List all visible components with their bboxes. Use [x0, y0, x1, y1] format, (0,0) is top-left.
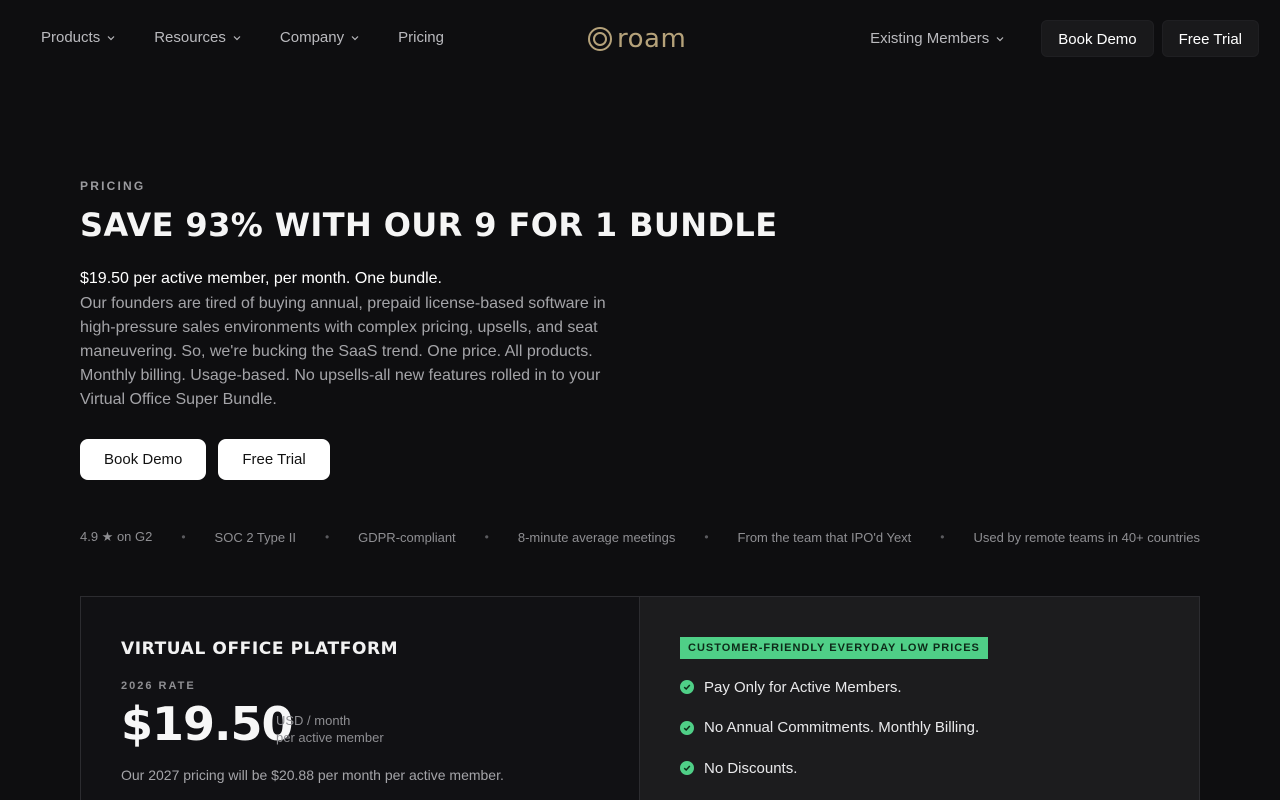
- benefit-text: No Annual Commitments. Monthly Billing.: [704, 719, 980, 736]
- list-item: Pay Only for Active Members.: [680, 675, 979, 699]
- check-circle-icon: [680, 680, 694, 694]
- benefit-text: No Discounts.: [704, 759, 798, 777]
- pricing-card: VIRTUAL OFFICE PLATFORM 2026 RATE $19.50…: [80, 596, 1200, 800]
- hero-lead: $19.50 per active member, per month. One…: [80, 270, 442, 287]
- separator-dot: •: [484, 530, 489, 544]
- chevron-down-icon: [233, 36, 241, 41]
- logo-text: roam: [617, 24, 687, 54]
- hero-free-trial-button[interactable]: Free Trial: [218, 439, 330, 480]
- list-item: No Discounts.: [680, 756, 979, 780]
- trust-item: Used by remote teams in 40+ countries: [973, 529, 1200, 545]
- existing-members-label: Existing Members: [870, 30, 990, 47]
- check-circle-icon: [680, 720, 694, 735]
- trust-item: From the team that IPO'd Yext: [737, 529, 912, 545]
- separator-dot: •: [704, 530, 709, 544]
- chevron-down-icon: [996, 36, 1004, 41]
- hero-headline: SAVE 93% WITH OUR 9 FOR 1 BUNDLE: [80, 206, 778, 244]
- top-nav: Products Resources Company Pricing roam …: [0, 0, 1280, 78]
- nav-pricing[interactable]: Pricing: [398, 28, 444, 48]
- roam-logo-icon: [588, 27, 612, 51]
- next-year-price-note: Our 2027 pricing will be $20.88 per mont…: [121, 767, 504, 783]
- nav-pricing-label: Pricing: [398, 29, 444, 46]
- nav-links: Products Resources Company Pricing: [41, 28, 482, 48]
- nav-products[interactable]: Products: [41, 28, 116, 48]
- chevron-down-icon: [107, 36, 115, 41]
- nav-resources[interactable]: Resources: [154, 28, 242, 48]
- nav-book-demo-button[interactable]: Book Demo: [1041, 20, 1154, 57]
- nav-resources-label: Resources: [154, 29, 226, 46]
- benefits-list: Pay Only for Active Members. No Annual C…: [680, 675, 979, 797]
- plan-price: $19.50: [121, 697, 294, 751]
- price-unit: USD / month per active member: [276, 712, 384, 746]
- price-unit-line1: USD / month: [276, 713, 351, 728]
- nav-company[interactable]: Company: [280, 28, 360, 48]
- nav-company-label: Company: [279, 29, 345, 46]
- nav-actions: Existing Members Book Demo Free Trial: [870, 20, 1259, 57]
- hero-description: Our founders are tired of buying annual,…: [80, 295, 606, 408]
- trust-item: SOC 2 Type II: [214, 529, 296, 545]
- roam-logo[interactable]: roam: [587, 25, 686, 53]
- trust-strip: 4.9 ★ on G2 • SOC 2 Type II • GDPR-compl…: [80, 529, 1200, 545]
- separator-dot: •: [324, 530, 330, 544]
- list-item: No Annual Commitments. Monthly Billing.: [680, 716, 979, 740]
- hero-book-demo-button[interactable]: Book Demo: [80, 439, 207, 480]
- benefits-badge: CUSTOMER-FRIENDLY EVERYDAY LOW PRICES: [680, 637, 988, 659]
- plan-panel: VIRTUAL OFFICE PLATFORM 2026 RATE $19.50…: [81, 597, 640, 800]
- plan-title: VIRTUAL OFFICE PLATFORM: [121, 639, 399, 659]
- benefits-panel: CUSTOMER-FRIENDLY EVERYDAY LOW PRICES Pa…: [640, 597, 1199, 800]
- check-circle-icon: [680, 761, 694, 775]
- trust-item: GDPR-compliant: [358, 529, 456, 545]
- price-unit-line2: per active member: [276, 730, 384, 745]
- nav-free-trial-button[interactable]: Free Trial: [1161, 20, 1259, 57]
- hero-eyebrow: PRICING: [80, 179, 146, 193]
- trust-item: 4.9 ★ on G2: [80, 529, 153, 544]
- separator-dot: •: [940, 530, 945, 544]
- rate-label: 2026 RATE: [121, 680, 196, 692]
- benefit-text: Pay Only for Active Members.: [704, 678, 902, 696]
- trust-item: 8-minute average meetings: [517, 529, 676, 545]
- chevron-down-icon: [351, 36, 359, 41]
- existing-members-menu[interactable]: Existing Members: [870, 30, 1005, 47]
- hero-buttons: Book Demo Free Trial: [80, 439, 330, 480]
- separator-dot: •: [181, 530, 186, 544]
- nav-products-label: Products: [41, 29, 101, 46]
